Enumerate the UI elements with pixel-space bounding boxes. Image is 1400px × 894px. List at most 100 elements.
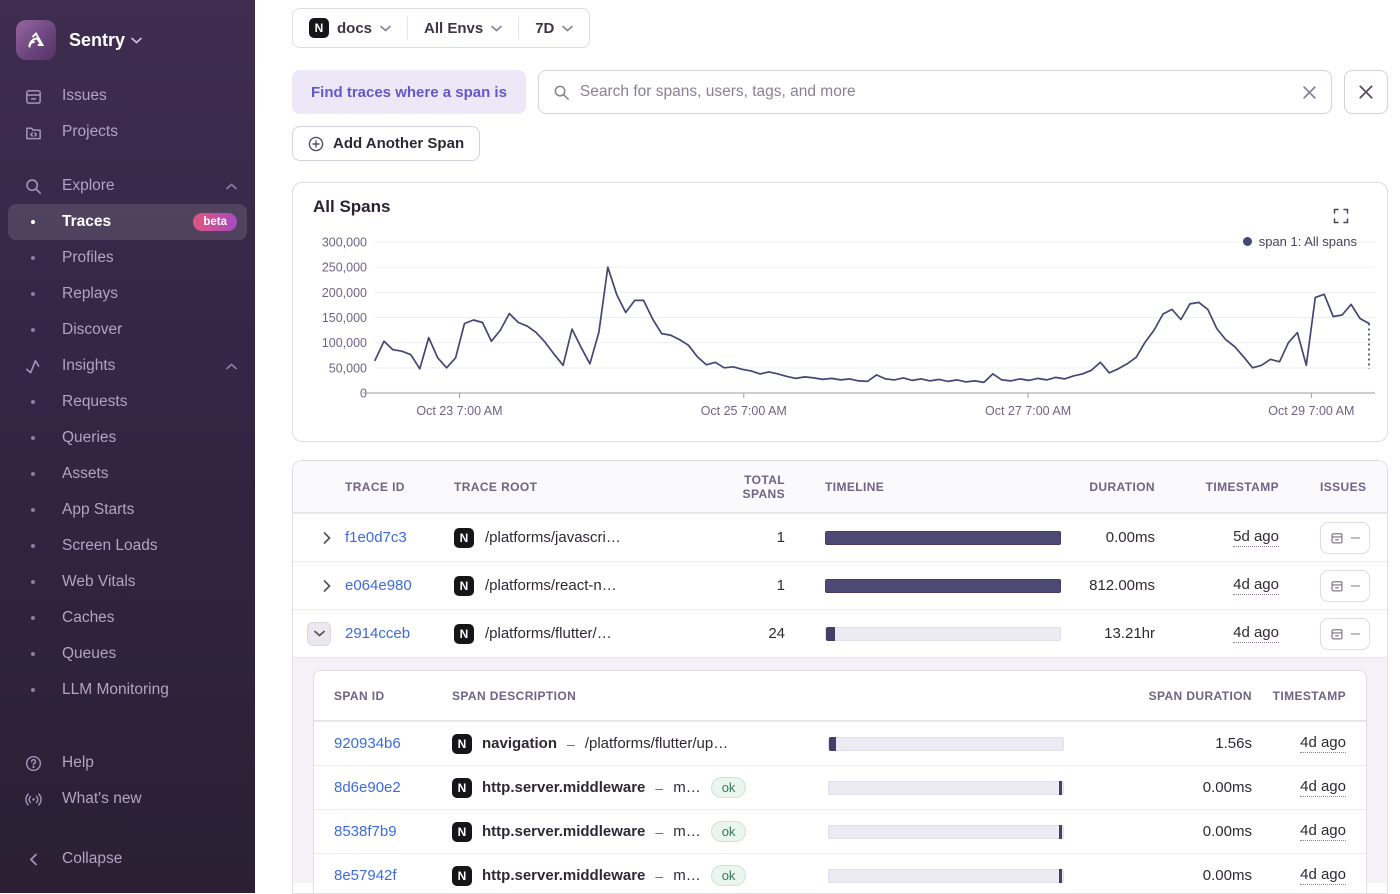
issues-count: – — [1351, 577, 1360, 595]
sidebar-item-replays[interactable]: Replays — [8, 276, 247, 312]
broadcast-icon — [22, 790, 44, 809]
sidebar-group-label: Insights — [62, 357, 115, 375]
trace-root: /platforms/flutter/… — [485, 625, 612, 642]
svg-text:250,000: 250,000 — [322, 261, 367, 275]
issues-count: – — [1351, 529, 1360, 547]
issues-icon — [22, 87, 44, 106]
col-issues: ISSUES — [1291, 480, 1387, 494]
sidebar-item-label: Queues — [62, 645, 116, 663]
span-row[interactable]: 8e57942f N http.server.middleware – m… o… — [314, 853, 1366, 894]
table-row[interactable]: f1e0d7c3 N/platforms/javascri… 1 0.00ms … — [293, 513, 1387, 561]
table-row[interactable]: e064e980 N/platforms/react-n… 1 812.00ms… — [293, 561, 1387, 609]
environment-filter-value: All Envs — [424, 20, 483, 37]
remove-span-filter-button[interactable] — [1344, 70, 1388, 114]
sidebar-item-help[interactable]: Help — [8, 745, 247, 781]
timestamp: 4d ago — [1233, 576, 1279, 594]
sidebar-item-label: App Starts — [62, 501, 134, 519]
sidebar-item-label: Profiles — [62, 249, 114, 267]
table-row-expanded[interactable]: 2914cceb N/platforms/flutter/… 24 13.21h… — [293, 609, 1387, 657]
sidebar-item-projects[interactable]: Projects — [8, 114, 247, 150]
sidebar-item-whats-new[interactable]: What's new — [8, 781, 247, 817]
sidebar-item-label: Issues — [62, 87, 107, 105]
sidebar-item-label: Replays — [62, 285, 118, 303]
status-badge: ok — [711, 821, 747, 842]
clear-search-icon[interactable] — [1302, 85, 1317, 100]
sidebar-item-label: Queries — [62, 429, 116, 447]
bullet-icon — [22, 400, 44, 404]
sidebar-item-queries[interactable]: Queries — [8, 420, 247, 456]
sidebar-group-explore[interactable]: Explore — [8, 168, 247, 204]
projects-icon — [22, 123, 44, 142]
sidebar-item-issues[interactable]: Issues — [8, 78, 247, 114]
environment-filter[interactable]: All Envs — [408, 9, 518, 47]
search-input[interactable] — [580, 83, 1292, 101]
span-duration: 1.56s — [1078, 735, 1258, 752]
sidebar-item-label: Web Vitals — [62, 573, 136, 591]
sidebar-group-insights[interactable]: Insights — [8, 348, 247, 384]
sidebar-collapse-button[interactable]: Collapse — [8, 841, 247, 877]
timeline-bar — [829, 737, 836, 751]
sidebar-item-app-starts[interactable]: App Starts — [8, 492, 247, 528]
timeline-track — [828, 781, 1064, 795]
legend-label: span 1: All spans — [1259, 234, 1357, 249]
span-id-link[interactable]: 8538f7b9 — [314, 823, 432, 840]
timeline-track — [828, 825, 1064, 839]
col-total-spans: TOTAL SPANS — [701, 473, 797, 501]
span-row[interactable]: 8d6e90e2 N http.server.middleware – m… o… — [314, 765, 1366, 809]
span-row[interactable]: 920934b6 N navigation – /platforms/flutt… — [314, 721, 1366, 765]
sidebar-item-traces[interactable]: Traces beta — [8, 204, 247, 240]
collapse-row-button[interactable] — [307, 622, 331, 646]
trace-id-link[interactable]: 2914cceb — [333, 625, 451, 642]
bullet-icon — [22, 292, 44, 296]
spans-subtable: SPAN ID SPAN DESCRIPTION SPAN DURATION T… — [313, 670, 1367, 894]
trace-id-link[interactable]: f1e0d7c3 — [333, 529, 451, 546]
expand-chart-icon[interactable] — [1333, 208, 1349, 224]
chevron-down-icon — [491, 25, 502, 32]
sidebar-item-llm-monitoring[interactable]: LLM Monitoring — [8, 672, 247, 708]
timeline-track — [828, 869, 1064, 883]
trace-id-link[interactable]: e064e980 — [333, 577, 451, 594]
span-row[interactable]: 8538f7b9 N http.server.middleware – m… o… — [314, 809, 1366, 853]
date-range-filter[interactable]: 7D — [519, 9, 589, 47]
chart-legend[interactable]: span 1: All spans — [1243, 234, 1357, 249]
org-switcher[interactable]: Sentry — [0, 14, 255, 78]
chevron-right-icon[interactable] — [323, 532, 331, 544]
sidebar-item-label: Traces — [62, 213, 111, 231]
chevron-right-icon[interactable] — [323, 580, 331, 592]
sidebar-item-screen-loads[interactable]: Screen Loads — [8, 528, 247, 564]
sidebar-item-queues[interactable]: Queues — [8, 636, 247, 672]
sidebar-item-discover[interactable]: Discover — [8, 312, 247, 348]
span-id-link[interactable]: 8d6e90e2 — [314, 779, 432, 796]
span-op: http.server.middleware — [482, 823, 645, 840]
span-op: http.server.middleware — [482, 867, 645, 884]
chevron-up-icon — [226, 183, 237, 190]
issues-icon — [1330, 579, 1344, 593]
sidebar-item-assets[interactable]: Assets — [8, 456, 247, 492]
nextjs-project-icon: N — [452, 866, 472, 886]
search-box — [538, 70, 1332, 114]
svg-text:300,000: 300,000 — [322, 236, 367, 250]
sidebar-item-requests[interactable]: Requests — [8, 384, 247, 420]
sidebar-item-web-vitals[interactable]: Web Vitals — [8, 564, 247, 600]
issues-button[interactable]: – — [1320, 618, 1370, 650]
bullet-icon — [22, 580, 44, 584]
timeline-marker — [1059, 869, 1062, 883]
add-another-span-button[interactable]: Add Another Span — [292, 126, 480, 161]
duration: 13.21hr — [1067, 625, 1167, 642]
expanded-trace-section: SPAN ID SPAN DESCRIPTION SPAN DURATION T… — [293, 657, 1387, 883]
issues-button[interactable]: – — [1320, 522, 1370, 554]
bullet-icon — [22, 652, 44, 656]
span-id-link[interactable]: 8e57942f — [314, 867, 432, 884]
nextjs-project-icon: N — [309, 18, 329, 38]
sidebar-item-profiles[interactable]: Profiles — [8, 240, 247, 276]
search-icon — [553, 84, 570, 101]
nextjs-project-icon: N — [452, 822, 472, 842]
sidebar-item-caches[interactable]: Caches — [8, 600, 247, 636]
project-filter-value: docs — [337, 20, 372, 37]
nextjs-project-icon: N — [452, 778, 472, 798]
add-another-span-label: Add Another Span — [333, 135, 464, 152]
issues-button[interactable]: – — [1320, 570, 1370, 602]
project-filter[interactable]: N docs — [293, 9, 407, 47]
span-id-link[interactable]: 920934b6 — [314, 735, 432, 752]
sidebar-nav: Issues Projects Explore Traces beta Prof… — [0, 78, 255, 708]
